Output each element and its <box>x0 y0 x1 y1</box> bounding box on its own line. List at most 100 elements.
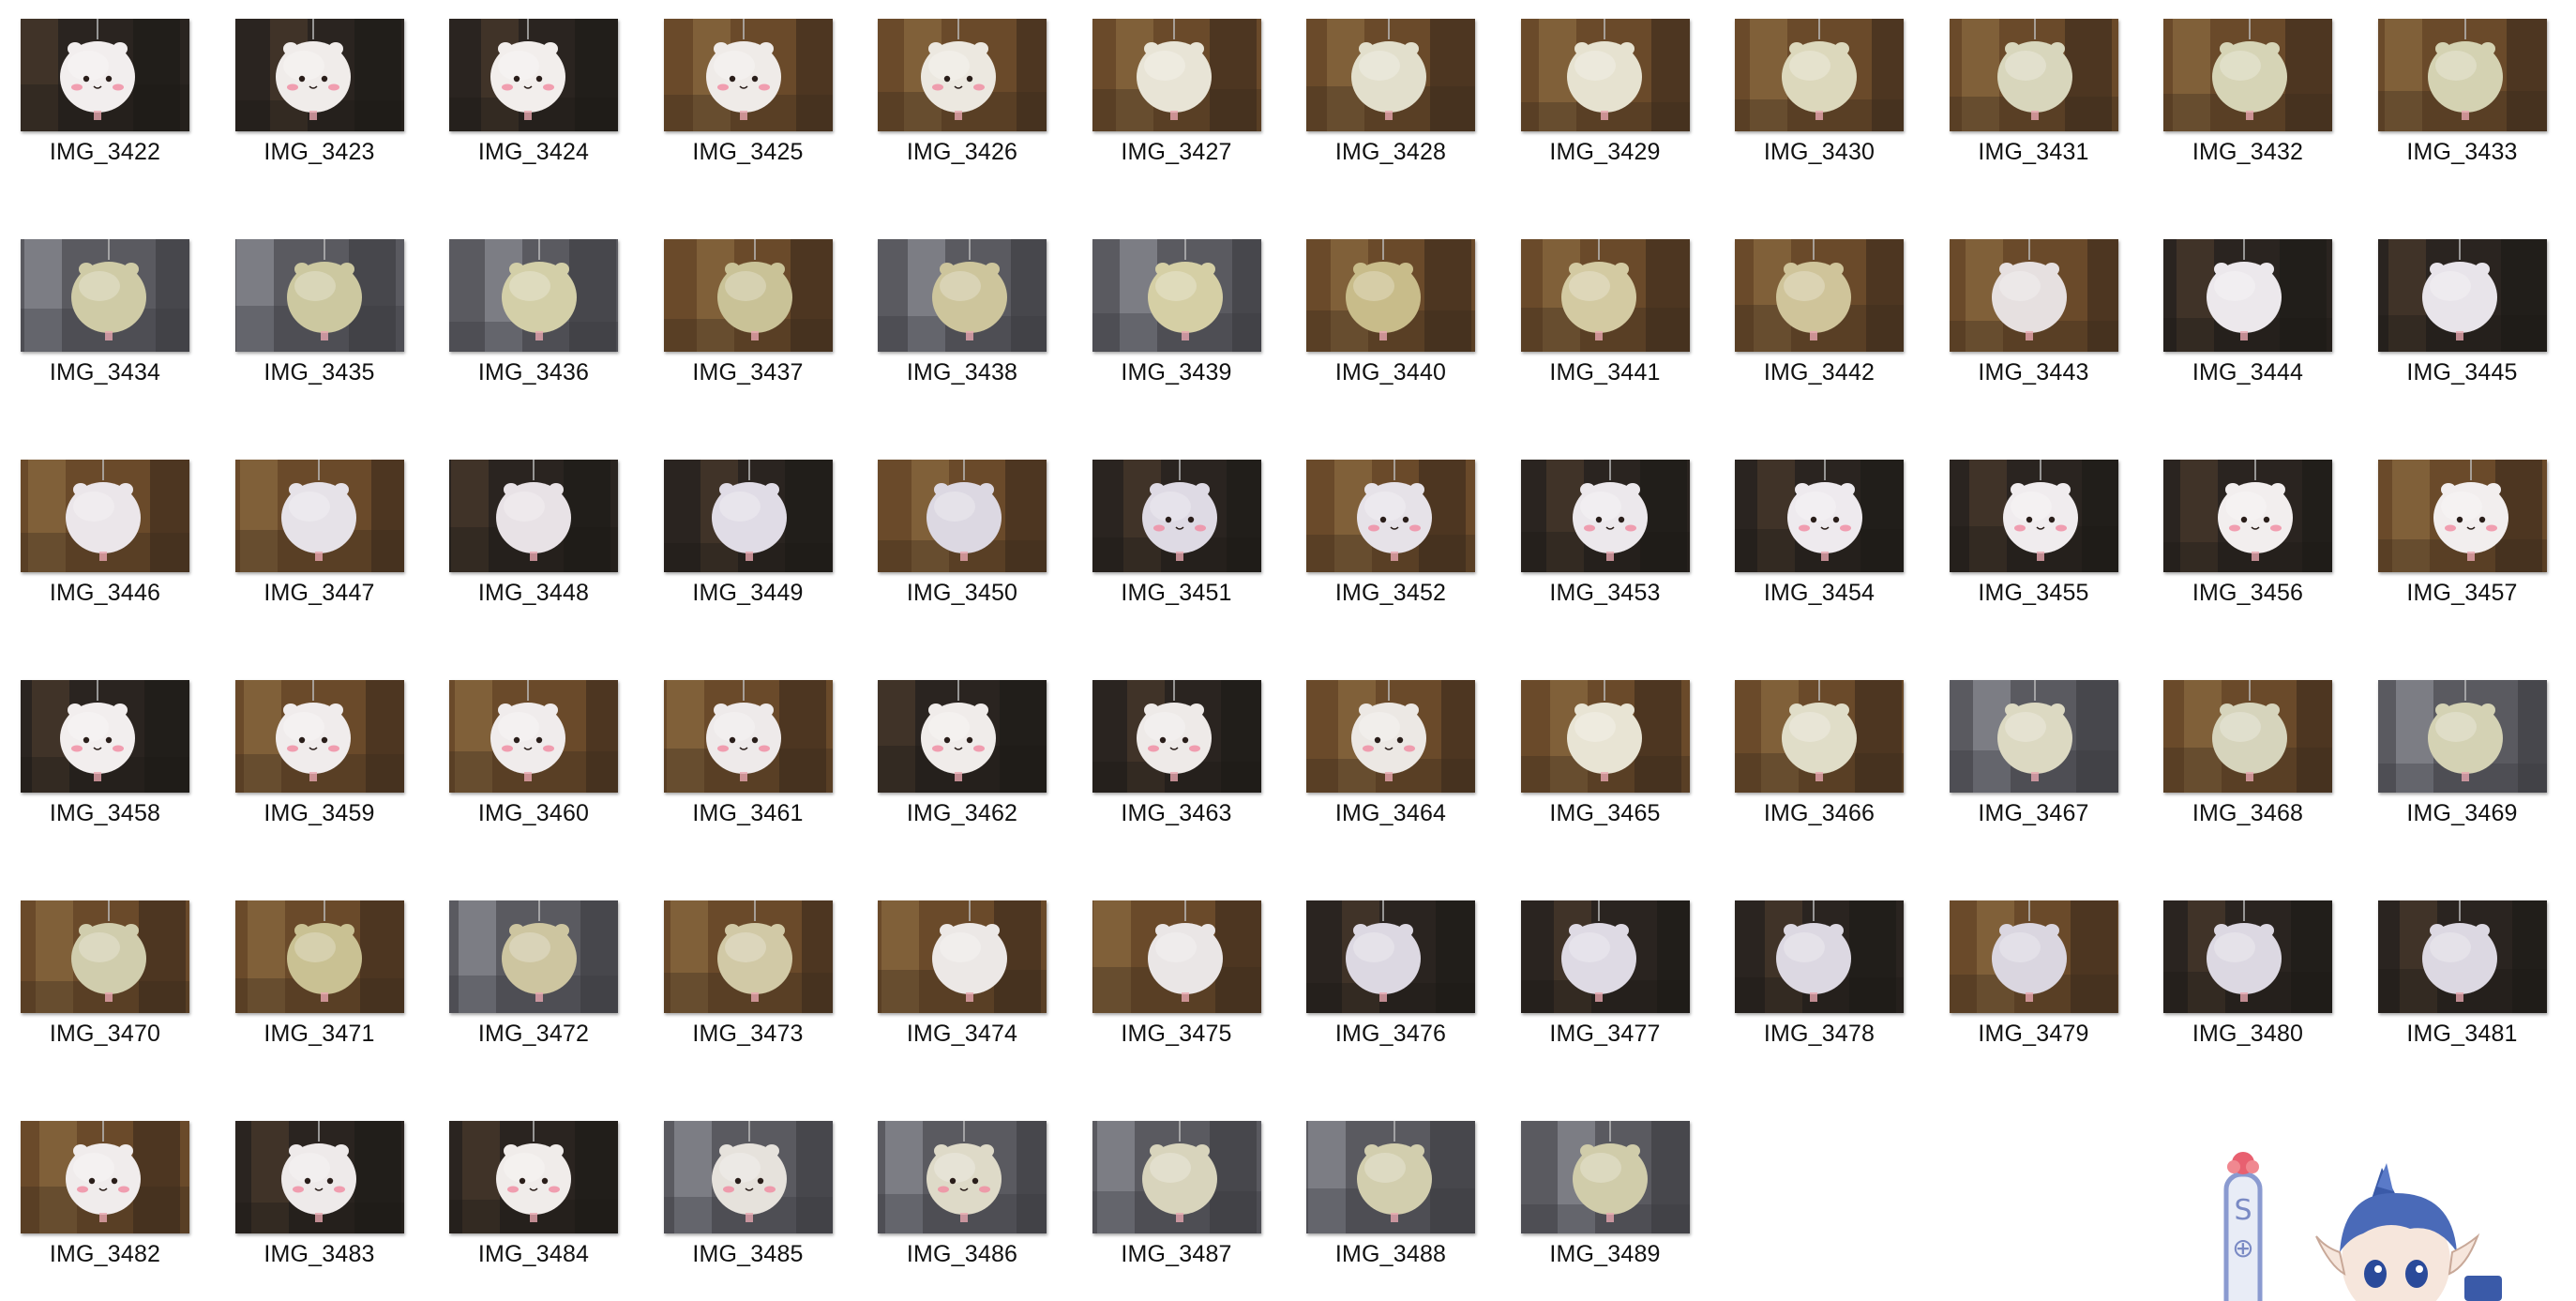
file-tile[interactable]: IMG_3483 <box>224 1113 412 1292</box>
photo-thumbnail[interactable] <box>21 239 189 352</box>
photo-thumbnail[interactable] <box>2377 900 2547 1013</box>
file-tile[interactable]: IMG_3453 <box>1510 452 1697 630</box>
photo-thumbnail[interactable] <box>449 19 618 131</box>
photo-thumbnail[interactable] <box>21 460 189 572</box>
file-tile[interactable]: IMG_3430 <box>1724 11 1911 189</box>
photo-thumbnail[interactable] <box>1520 1121 1690 1233</box>
file-tile[interactable]: IMG_3423 <box>224 11 412 189</box>
photo-thumbnail[interactable] <box>1092 680 1261 793</box>
photo-thumbnail[interactable] <box>21 900 189 1013</box>
file-tile[interactable]: IMG_3488 <box>1295 1113 1483 1292</box>
file-tile[interactable]: IMG_3451 <box>1081 452 1269 630</box>
photo-thumbnail[interactable] <box>878 19 1047 131</box>
file-tile[interactable]: IMG_3484 <box>438 1113 625 1292</box>
photo-thumbnail[interactable] <box>21 19 189 131</box>
photo-thumbnail[interactable] <box>1520 900 1690 1013</box>
file-tile[interactable]: IMG_3439 <box>1081 232 1269 410</box>
photo-thumbnail[interactable] <box>2377 239 2547 352</box>
file-tile[interactable]: IMG_3459 <box>224 673 412 851</box>
file-tile[interactable]: IMG_3452 <box>1295 452 1483 630</box>
file-tile[interactable]: IMG_3467 <box>1938 673 2126 851</box>
file-tile[interactable]: IMG_3466 <box>1724 673 1911 851</box>
file-tile[interactable]: IMG_3456 <box>2152 452 2340 630</box>
file-tile[interactable]: IMG_3479 <box>1938 893 2126 1071</box>
photo-thumbnail[interactable] <box>449 460 618 572</box>
photo-thumbnail[interactable] <box>663 1121 833 1233</box>
photo-thumbnail[interactable] <box>234 1121 404 1233</box>
file-tile[interactable]: IMG_3468 <box>2152 673 2340 851</box>
file-tile[interactable]: IMG_3455 <box>1938 452 2126 630</box>
photo-thumbnail[interactable] <box>1949 19 2118 131</box>
photo-thumbnail[interactable] <box>1092 19 1261 131</box>
file-tile[interactable]: IMG_3433 <box>2367 11 2554 189</box>
photo-thumbnail[interactable] <box>234 19 404 131</box>
photo-thumbnail[interactable] <box>663 680 833 793</box>
file-tile[interactable]: IMG_3481 <box>2367 893 2554 1071</box>
file-tile[interactable]: IMG_3448 <box>438 452 625 630</box>
file-tile[interactable]: IMG_3446 <box>9 452 197 630</box>
photo-thumbnail[interactable] <box>2163 19 2332 131</box>
photo-thumbnail[interactable] <box>1735 460 1904 572</box>
photo-thumbnail[interactable] <box>2163 239 2332 352</box>
photo-thumbnail[interactable] <box>449 1121 618 1233</box>
photo-thumbnail[interactable] <box>1306 19 1475 131</box>
photo-thumbnail[interactable] <box>1520 460 1690 572</box>
photo-thumbnail[interactable] <box>21 1121 189 1233</box>
photo-thumbnail[interactable] <box>1735 239 1904 352</box>
file-tile[interactable]: IMG_3486 <box>866 1113 1054 1292</box>
file-tile[interactable]: IMG_3435 <box>224 232 412 410</box>
file-tile[interactable]: IMG_3485 <box>653 1113 840 1292</box>
photo-thumbnail[interactable] <box>1949 460 2118 572</box>
photo-thumbnail[interactable] <box>1520 239 1690 352</box>
file-tile[interactable]: IMG_3445 <box>2367 232 2554 410</box>
file-tile[interactable]: IMG_3454 <box>1724 452 1911 630</box>
photo-thumbnail[interactable] <box>1306 1121 1475 1233</box>
file-tile[interactable]: IMG_3422 <box>9 11 197 189</box>
file-tile[interactable]: IMG_3482 <box>9 1113 197 1292</box>
photo-thumbnail[interactable] <box>878 900 1047 1013</box>
photo-thumbnail[interactable] <box>878 460 1047 572</box>
file-tile[interactable]: IMG_3477 <box>1510 893 1697 1071</box>
file-tile[interactable]: IMG_3443 <box>1938 232 2126 410</box>
file-tile[interactable]: IMG_3426 <box>866 11 1054 189</box>
file-tile[interactable]: IMG_3424 <box>438 11 625 189</box>
file-tile[interactable]: IMG_3471 <box>224 893 412 1071</box>
photo-thumbnail[interactable] <box>2377 19 2547 131</box>
photo-thumbnail[interactable] <box>234 460 404 572</box>
photo-thumbnail[interactable] <box>878 1121 1047 1233</box>
file-tile[interactable]: IMG_3470 <box>9 893 197 1071</box>
file-tile[interactable]: IMG_3432 <box>2152 11 2340 189</box>
photo-thumbnail[interactable] <box>2377 680 2547 793</box>
file-tile[interactable]: IMG_3425 <box>653 11 840 189</box>
file-tile[interactable]: IMG_3476 <box>1295 893 1483 1071</box>
photo-thumbnail[interactable] <box>1520 19 1690 131</box>
photo-thumbnail[interactable] <box>234 900 404 1013</box>
photo-thumbnail[interactable] <box>2163 680 2332 793</box>
photo-thumbnail[interactable] <box>1092 239 1261 352</box>
photo-thumbnail[interactable] <box>663 19 833 131</box>
photo-thumbnail[interactable] <box>1092 1121 1261 1233</box>
photo-thumbnail[interactable] <box>1949 239 2118 352</box>
file-tile[interactable]: IMG_3450 <box>866 452 1054 630</box>
file-tile[interactable]: IMG_3438 <box>866 232 1054 410</box>
photo-thumbnail[interactable] <box>1092 460 1261 572</box>
photo-thumbnail[interactable] <box>1949 900 2118 1013</box>
photo-thumbnail[interactable] <box>663 239 833 352</box>
file-tile[interactable]: IMG_3480 <box>2152 893 2340 1071</box>
file-tile[interactable]: IMG_3444 <box>2152 232 2340 410</box>
photo-thumbnail[interactable] <box>1306 460 1475 572</box>
file-tile[interactable]: IMG_3478 <box>1724 893 1911 1071</box>
file-tile[interactable]: IMG_3441 <box>1510 232 1697 410</box>
photo-thumbnail[interactable] <box>2163 900 2332 1013</box>
photo-thumbnail[interactable] <box>1092 900 1261 1013</box>
photo-thumbnail[interactable] <box>878 680 1047 793</box>
file-tile[interactable]: IMG_3437 <box>653 232 840 410</box>
file-tile[interactable]: IMG_3465 <box>1510 673 1697 851</box>
file-tile[interactable]: IMG_3458 <box>9 673 197 851</box>
photo-thumbnail[interactable] <box>1735 900 1904 1013</box>
file-tile[interactable]: IMG_3461 <box>653 673 840 851</box>
file-tile[interactable]: IMG_3487 <box>1081 1113 1269 1292</box>
photo-thumbnail[interactable] <box>1306 239 1475 352</box>
file-tile[interactable]: IMG_3440 <box>1295 232 1483 410</box>
photo-thumbnail[interactable] <box>234 239 404 352</box>
